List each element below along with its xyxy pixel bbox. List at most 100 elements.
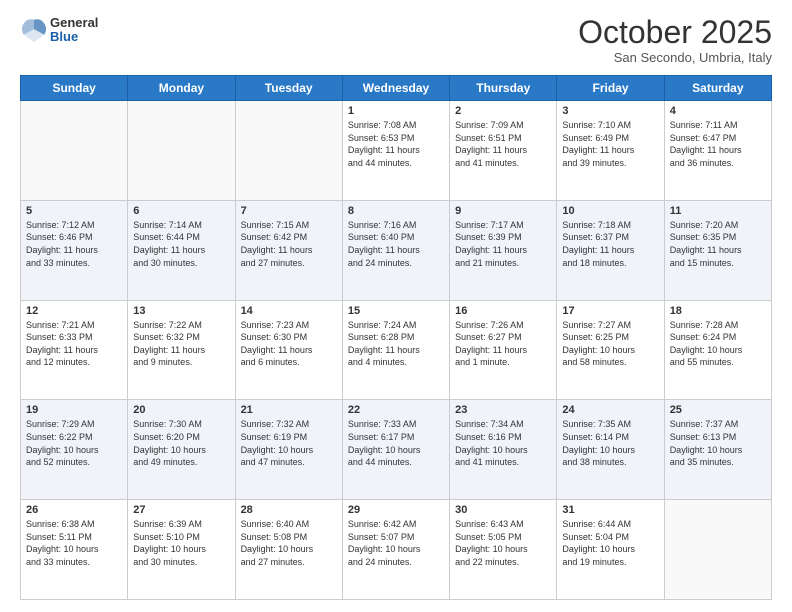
day-number: 15 (348, 305, 444, 317)
day-number: 25 (670, 404, 766, 416)
day-number: 17 (562, 305, 658, 317)
day-info: Sunrise: 7:35 AM Sunset: 6:14 PM Dayligh… (562, 418, 658, 468)
calendar-row: 1Sunrise: 7:08 AM Sunset: 6:53 PM Daylig… (21, 101, 772, 201)
logo-blue: Blue (50, 30, 98, 44)
calendar-row: 5Sunrise: 7:12 AM Sunset: 6:46 PM Daylig… (21, 200, 772, 300)
col-monday: Monday (128, 76, 235, 101)
day-number: 11 (670, 205, 766, 217)
day-number: 10 (562, 205, 658, 217)
day-info: Sunrise: 7:16 AM Sunset: 6:40 PM Dayligh… (348, 219, 444, 269)
header-row: Sunday Monday Tuesday Wednesday Thursday… (21, 76, 772, 101)
table-row: 24 Sunrise: 7:35 AM Sunset: 6:14 PM Dayli… (557, 400, 664, 500)
logo-general: General (50, 16, 98, 30)
day-info: Sunrise: 7:10 AM Sunset: 6:49 PM Dayligh… (562, 119, 658, 169)
day-info: Sunrise: 7:17 AM Sunset: 6:39 PM Dayligh… (455, 219, 551, 269)
table-row: 25Sunrise: 7:37 AM Sunset: 6:13 PM Dayli… (664, 400, 771, 500)
day-number: 20 (133, 404, 229, 416)
day-number: 8 (348, 205, 444, 217)
calendar-row: 12 Sunrise: 7:21 AM Sunset: 6:33 PM Dayli… (21, 300, 772, 400)
day-number: 13 (133, 305, 229, 317)
day-info: Sunrise: 7:11 AM Sunset: 6:47 PM Dayligh… (670, 119, 766, 169)
day-info: Sunrise: 7:14 AM Sunset: 6:44 PM Dayligh… (133, 219, 229, 269)
day-number: 2 (455, 105, 551, 117)
day-info: Sunrise: 7:15 AM Sunset: 6:42 PM Dayligh… (241, 219, 337, 269)
day-number: 23 (455, 404, 551, 416)
day-number: 16 (455, 305, 551, 317)
day-info: Sunrise: 7:09 AM Sunset: 6:51 PM Dayligh… (455, 119, 551, 169)
day-number: 7 (241, 205, 337, 217)
day-number: 19 (26, 404, 122, 416)
table-row: 28 Sunrise: 6:40 AM Sunset: 5:08 PM Dayli… (235, 500, 342, 600)
col-friday: Friday (557, 76, 664, 101)
day-number: 21 (241, 404, 337, 416)
day-number: 9 (455, 205, 551, 217)
table-row: 19 Sunrise: 7:29 AM Sunset: 6:22 PM Dayli… (21, 400, 128, 500)
day-info: Sunrise: 7:32 AM Sunset: 6:19 PM Dayligh… (241, 418, 337, 468)
day-info: Sunrise: 7:21 AM Sunset: 6:33 PM Dayligh… (26, 319, 122, 369)
day-number: 18 (670, 305, 766, 317)
day-info: Sunrise: 7:23 AM Sunset: 6:30 PM Dayligh… (241, 319, 337, 369)
table-row: 3 Sunrise: 7:10 AM Sunset: 6:49 PM Daylig… (557, 101, 664, 201)
table-row: 13 Sunrise: 7:22 AM Sunset: 6:32 PM Dayli… (128, 300, 235, 400)
day-number: 12 (26, 305, 122, 317)
day-info: Sunrise: 7:28 AM Sunset: 6:24 PM Dayligh… (670, 319, 766, 369)
col-saturday: Saturday (664, 76, 771, 101)
month-title: October 2025 (578, 16, 772, 48)
table-row: 22 Sunrise: 7:33 AM Sunset: 6:17 PM Dayli… (342, 400, 449, 500)
table-row (128, 101, 235, 201)
table-row: 30Sunrise: 6:43 AM Sunset: 5:05 PM Dayli… (450, 500, 557, 600)
col-wednesday: Wednesday (342, 76, 449, 101)
day-number: 5 (26, 205, 122, 217)
table-row: 12 Sunrise: 7:21 AM Sunset: 6:33 PM Dayli… (21, 300, 128, 400)
col-tuesday: Tuesday (235, 76, 342, 101)
day-number: 6 (133, 205, 229, 217)
day-number: 3 (562, 105, 658, 117)
table-row: 8 Sunrise: 7:16 AM Sunset: 6:40 PM Daylig… (342, 200, 449, 300)
day-info: Sunrise: 7:22 AM Sunset: 6:32 PM Dayligh… (133, 319, 229, 369)
table-row: 16 Sunrise: 7:26 AM Sunset: 6:27 PM Dayli… (450, 300, 557, 400)
day-number: 1 (348, 105, 444, 117)
table-row: 20 Sunrise: 7:30 AM Sunset: 6:20 PM Dayli… (128, 400, 235, 500)
day-number: 27 (133, 504, 229, 516)
day-info: Sunrise: 7:27 AM Sunset: 6:25 PM Dayligh… (562, 319, 658, 369)
day-number: 29 (348, 504, 444, 516)
day-info: Sunrise: 7:26 AM Sunset: 6:27 PM Dayligh… (455, 319, 551, 369)
table-row: 5Sunrise: 7:12 AM Sunset: 6:46 PM Daylig… (21, 200, 128, 300)
table-row: 4Sunrise: 7:11 AM Sunset: 6:47 PM Daylig… (664, 101, 771, 201)
day-info: Sunrise: 7:20 AM Sunset: 6:35 PM Dayligh… (670, 219, 766, 269)
table-row: 21 Sunrise: 7:32 AM Sunset: 6:19 PM Dayli… (235, 400, 342, 500)
day-number: 26 (26, 504, 122, 516)
table-row (235, 101, 342, 201)
day-number: 24 (562, 404, 658, 416)
header: General Blue October 2025 San Secondo, U… (20, 16, 772, 65)
day-number: 31 (562, 504, 658, 516)
col-thursday: Thursday (450, 76, 557, 101)
subtitle: San Secondo, Umbria, Italy (578, 50, 772, 65)
table-row: 18 Sunrise: 7:28 AM Sunset: 6:24 PM Dayli… (664, 300, 771, 400)
day-info: Sunrise: 7:29 AM Sunset: 6:22 PM Dayligh… (26, 418, 122, 468)
table-row (21, 101, 128, 201)
logo-text: General Blue (50, 16, 98, 45)
table-row: 2 Sunrise: 7:09 AM Sunset: 6:51 PM Daylig… (450, 101, 557, 201)
table-row: 10 Sunrise: 7:18 AM Sunset: 6:37 PM Dayli… (557, 200, 664, 300)
table-row: 9 Sunrise: 7:17 AM Sunset: 6:39 PM Daylig… (450, 200, 557, 300)
day-number: 28 (241, 504, 337, 516)
table-row: 31 Sunrise: 6:44 AM Sunset: 5:04 PM Dayli… (557, 500, 664, 600)
calendar-row: 19 Sunrise: 7:29 AM Sunset: 6:22 PM Dayli… (21, 400, 772, 500)
title-block: October 2025 San Secondo, Umbria, Italy (578, 16, 772, 65)
day-info: Sunrise: 7:33 AM Sunset: 6:17 PM Dayligh… (348, 418, 444, 468)
table-row: 17 Sunrise: 7:27 AM Sunset: 6:25 PM Dayli… (557, 300, 664, 400)
day-info: Sunrise: 6:42 AM Sunset: 5:07 PM Dayligh… (348, 518, 444, 568)
day-info: Sunrise: 6:39 AM Sunset: 5:10 PM Dayligh… (133, 518, 229, 568)
logo-icon (20, 16, 48, 44)
logo: General Blue (20, 16, 98, 45)
day-info: Sunrise: 6:44 AM Sunset: 5:04 PM Dayligh… (562, 518, 658, 568)
table-row: 26Sunrise: 6:38 AM Sunset: 5:11 PM Dayli… (21, 500, 128, 600)
day-number: 22 (348, 404, 444, 416)
day-info: Sunrise: 6:40 AM Sunset: 5:08 PM Dayligh… (241, 518, 337, 568)
col-sunday: Sunday (21, 76, 128, 101)
day-info: Sunrise: 7:18 AM Sunset: 6:37 PM Dayligh… (562, 219, 658, 269)
day-info: Sunrise: 7:30 AM Sunset: 6:20 PM Dayligh… (133, 418, 229, 468)
calendar-table: Sunday Monday Tuesday Wednesday Thursday… (20, 75, 772, 600)
table-row: 7 Sunrise: 7:15 AM Sunset: 6:42 PM Daylig… (235, 200, 342, 300)
